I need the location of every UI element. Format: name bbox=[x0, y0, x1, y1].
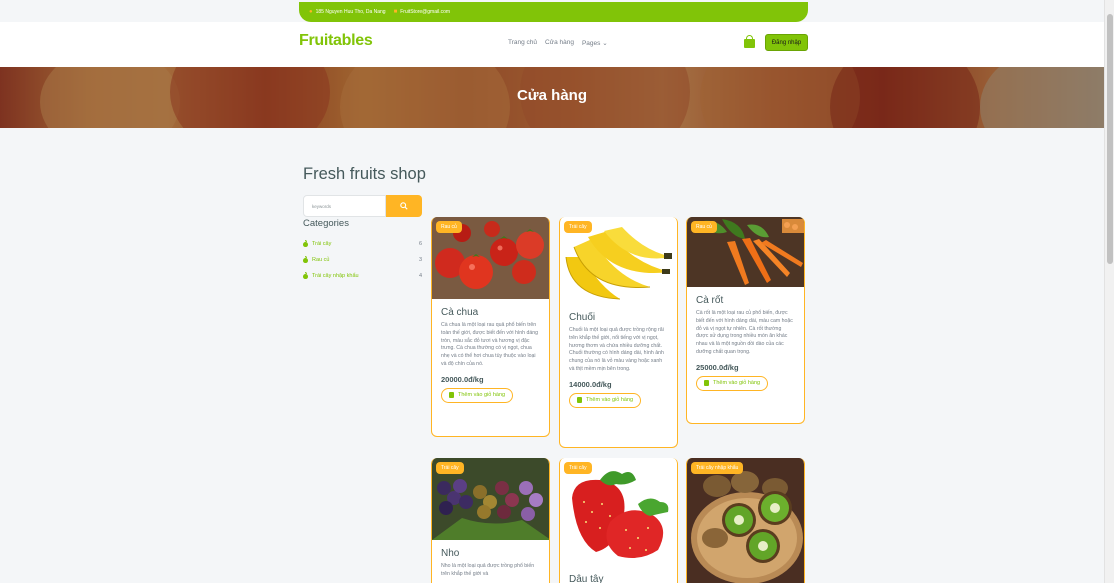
shop-title: Fresh fruits shop bbox=[303, 165, 426, 183]
main-nav: Trang chủ Cửa hàng Pages ⌄ bbox=[508, 39, 608, 47]
product-name: Dâu tây bbox=[569, 574, 604, 583]
product-card: Trái cây Chuối Chuối là một loại quả đượ… bbox=[559, 217, 678, 448]
product-badge: Trái cây bbox=[564, 462, 592, 474]
search-bar: keywords bbox=[303, 195, 422, 217]
product-badge: Trái cây bbox=[436, 462, 464, 474]
search-input[interactable]: keywords bbox=[303, 195, 386, 217]
shopping-bag-icon bbox=[704, 380, 709, 387]
logo[interactable]: Fruitables bbox=[299, 32, 373, 50]
category-label: Rau củ bbox=[312, 257, 330, 263]
apple-icon bbox=[303, 255, 308, 263]
email-text[interactable]: FruitStore@gmail.com bbox=[400, 9, 450, 15]
product-image-kiwi[interactable]: Trái cây nhập khẩu bbox=[687, 458, 804, 583]
chevron-down-icon: ⌄ bbox=[602, 40, 608, 47]
product-card: Trái cây nhập khẩu bbox=[686, 458, 805, 583]
shopping-bag-icon bbox=[449, 392, 454, 399]
category-count: 6 bbox=[418, 241, 422, 247]
topbar-email: ■ FruitStore@gmail.com bbox=[394, 9, 450, 15]
product-badge: Rau củ bbox=[436, 221, 462, 233]
page: ● 185 Nguyen Huu Tho, Da Nang ■ FruitSto… bbox=[0, 0, 1104, 583]
product-name: Nho bbox=[441, 548, 460, 559]
search-button[interactable] bbox=[386, 195, 422, 217]
address-text: 185 Nguyen Huu Tho, Da Nang bbox=[315, 9, 386, 15]
category-label: Trái cây nhập khẩu bbox=[312, 273, 359, 279]
product-name: Chuối bbox=[569, 312, 596, 323]
login-button[interactable]: Đăng nhập bbox=[765, 34, 808, 51]
topbar-address: ● 185 Nguyen Huu Tho, Da Nang bbox=[309, 9, 386, 15]
category-item-imported[interactable]: Trái cây nhập khẩu 4 bbox=[303, 268, 422, 284]
product-image-carrot[interactable]: Rau củ bbox=[687, 217, 804, 287]
product-price: 14000.0đ/kg bbox=[569, 379, 612, 389]
product-card: Rau củ Cà chua Cà chua là một loại rau q… bbox=[431, 217, 550, 437]
product-image-tomato[interactable]: Rau củ bbox=[432, 217, 549, 299]
product-badge: Trái cây bbox=[564, 221, 592, 233]
add-to-cart-label: Thêm vào giỏ hàng bbox=[586, 397, 634, 404]
add-to-cart-button[interactable]: Thêm vào giỏ hàng bbox=[696, 375, 769, 391]
product-description: Nho là một loại quả được trồng phổ biến … bbox=[441, 563, 535, 577]
product-image-strawberry[interactable]: Trái cây bbox=[560, 458, 677, 568]
product-description: Cà rốt là một loại rau củ phổ biến, được… bbox=[696, 310, 793, 355]
product-card: Trái cây Nho Nho là một loại quả được tr… bbox=[431, 458, 550, 583]
nav-shop[interactable]: Cửa hàng bbox=[545, 39, 574, 47]
shopping-bag-icon[interactable] bbox=[744, 35, 755, 48]
category-item-vegetables[interactable]: Rau củ 3 bbox=[303, 252, 422, 268]
category-count: 3 bbox=[418, 257, 422, 263]
product-card: Rau củ Cà rốt Cà rốt là một loại rau củ … bbox=[686, 217, 805, 424]
product-price: 20000.0đ/kg bbox=[441, 374, 484, 384]
category-item-fruits[interactable]: Trái cây 6 bbox=[303, 236, 422, 252]
add-to-cart-label: Thêm vào giỏ hàng bbox=[713, 380, 761, 387]
product-image-banana[interactable]: Trái cây bbox=[560, 217, 677, 304]
product-badge: Trái cây nhập khẩu bbox=[691, 462, 744, 474]
product-image-grapes[interactable]: Trái cây bbox=[432, 458, 549, 540]
add-to-cart-button[interactable]: Thêm vào giỏ hàng bbox=[569, 392, 642, 408]
nav-pages-label: Pages bbox=[581, 40, 601, 47]
apple-icon bbox=[303, 239, 308, 247]
nav-home[interactable]: Trang chủ bbox=[508, 39, 537, 47]
product-card: Trái cây Dâu tây bbox=[559, 458, 678, 583]
add-to-cart-label: Thêm vào giỏ hàng bbox=[458, 392, 506, 399]
map-marker-icon: ● bbox=[309, 9, 313, 15]
envelope-icon: ■ bbox=[393, 9, 398, 15]
header: Fruitables Trang chủ Cửa hàng Pages ⌄ Đă… bbox=[0, 22, 1104, 67]
categories-title: Categories bbox=[303, 218, 349, 229]
product-name: Cà rốt bbox=[696, 295, 724, 306]
nav-pages[interactable]: Pages ⌄ bbox=[582, 39, 608, 47]
categories-list: Trái cây 6 Rau củ 3 Trái cây nhập khẩu 4 bbox=[303, 236, 422, 284]
product-description: Cà chua là một loại rau quả phổ biến trê… bbox=[441, 322, 539, 367]
product-badge: Rau củ bbox=[691, 221, 717, 233]
hero-banner: Cửa hàng bbox=[0, 67, 1104, 128]
category-label: Trái cây bbox=[312, 241, 332, 247]
scrollbar-thumb[interactable] bbox=[1107, 14, 1113, 264]
product-name: Cà chua bbox=[441, 307, 479, 318]
apple-icon bbox=[303, 271, 308, 279]
shopping-bag-icon bbox=[577, 397, 582, 404]
search-icon bbox=[400, 202, 408, 210]
scrollbar[interactable] bbox=[1104, 0, 1114, 583]
add-to-cart-button[interactable]: Thêm vào giỏ hàng bbox=[441, 387, 514, 403]
page-title: Cửa hàng bbox=[516, 87, 588, 104]
product-description: Chuối là một loại quả được trồng rộng rã… bbox=[569, 327, 664, 372]
category-count: 4 bbox=[418, 273, 422, 279]
topbar: ● 185 Nguyen Huu Tho, Da Nang ■ FruitSto… bbox=[299, 2, 808, 22]
product-price: 25000.0đ/kg bbox=[696, 362, 739, 372]
